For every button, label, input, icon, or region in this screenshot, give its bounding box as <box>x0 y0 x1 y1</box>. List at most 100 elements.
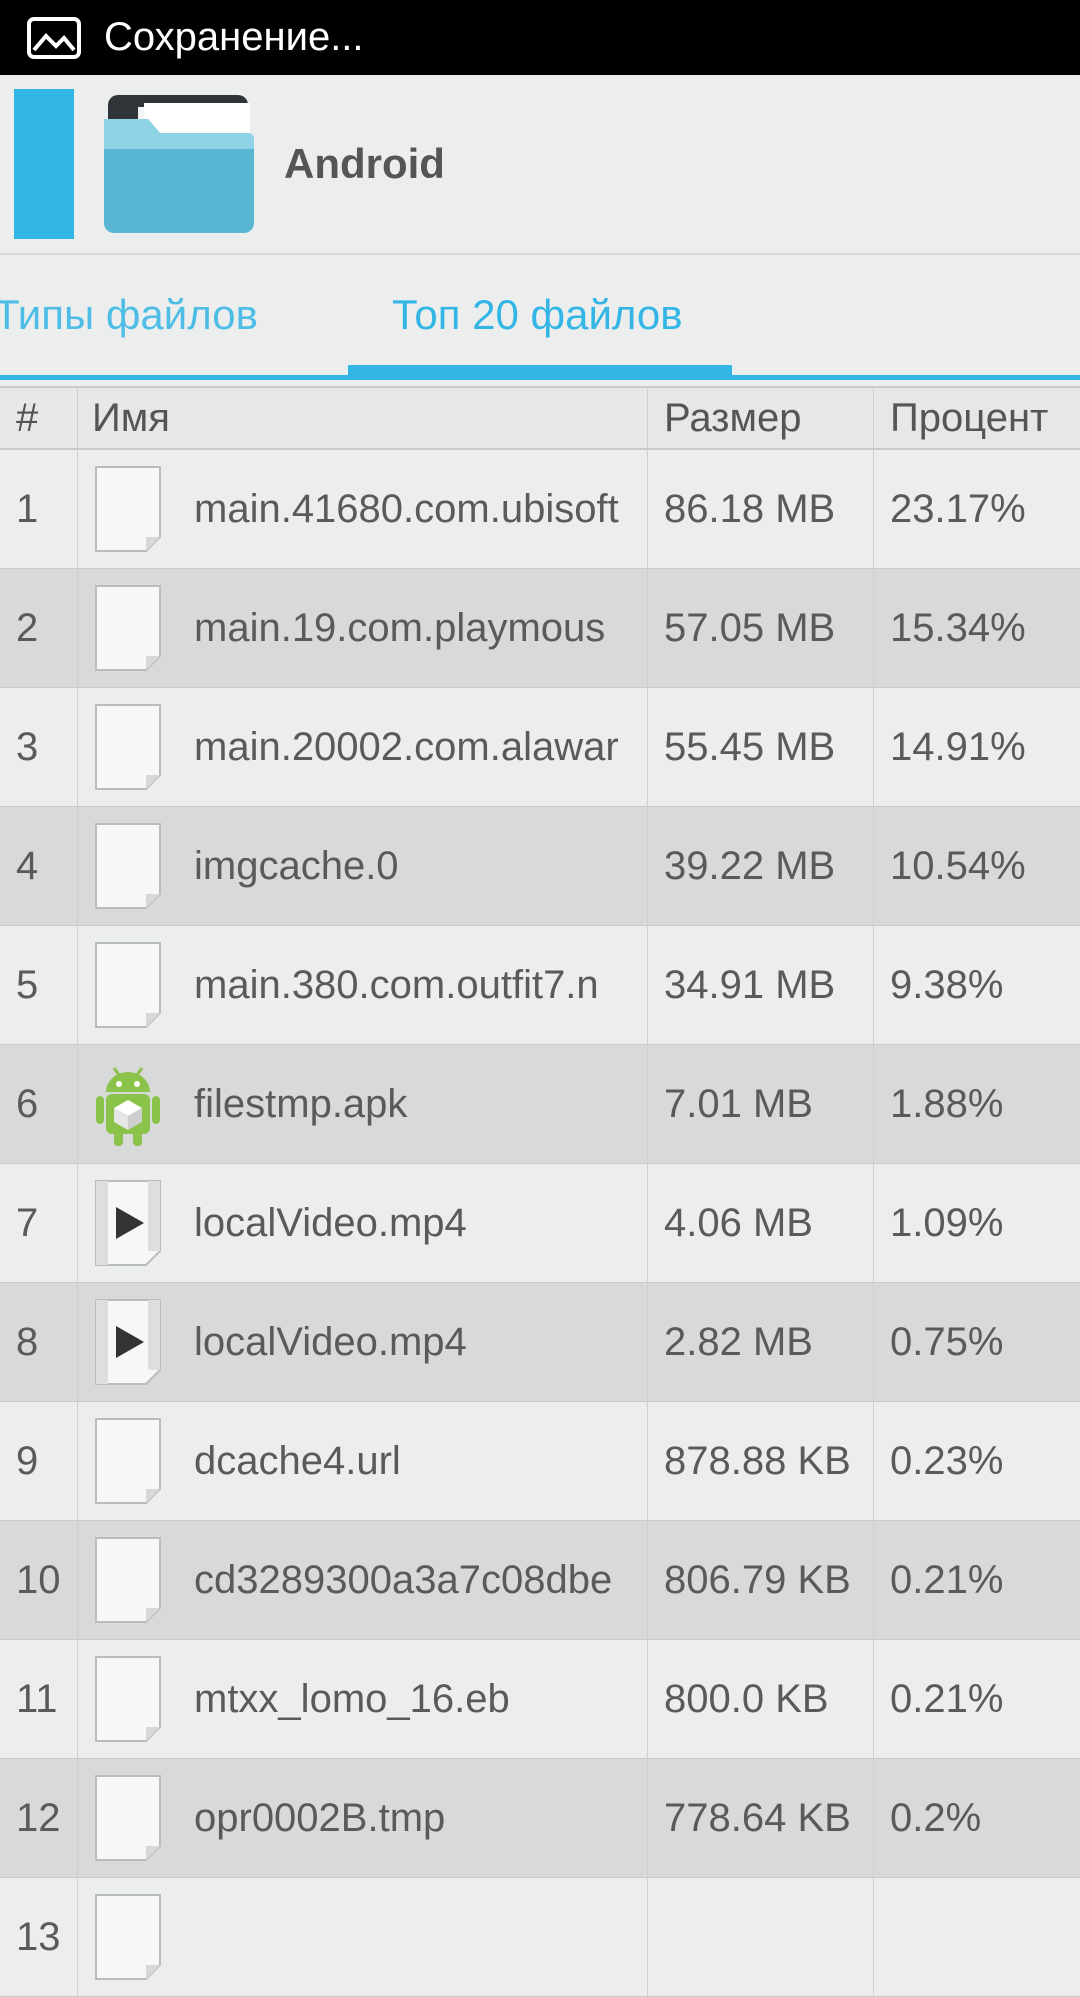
row-name-cell: opr0002B.tmp <box>78 1759 648 1877</box>
table-row[interactable]: 4 imgcache.0 39.22 MB 10.54% <box>0 807 1080 926</box>
column-header-name[interactable]: Имя <box>78 388 648 448</box>
file-size: 4.06 MB <box>648 1164 874 1282</box>
file-percent: 10.54% <box>890 843 1026 888</box>
row-name-cell: main.20002.com.alawar <box>78 688 648 806</box>
tab-top-20-files[interactable]: Топ 20 файлов <box>392 255 683 375</box>
file-name: localVideo.mp4 <box>194 1319 467 1364</box>
table-row[interactable]: 13 <box>0 1878 1080 1997</box>
row-number: 1 <box>0 450 78 568</box>
row-name-cell: cd3289300a3a7c08dbe <box>78 1521 648 1639</box>
tab-indicator <box>348 365 732 375</box>
file-size <box>648 1878 874 1996</box>
blank-file-icon <box>92 820 164 912</box>
blank-file-icon <box>92 939 164 1031</box>
video-file-icon <box>92 1177 164 1269</box>
file-percent: 0.21% <box>890 1676 1004 1721</box>
status-bar: Сохранение... <box>0 0 1080 75</box>
row-name-cell <box>78 1878 648 1996</box>
row-name-cell: imgcache.0 <box>78 807 648 925</box>
row-number: 3 <box>0 688 78 806</box>
file-percent: 0.21% <box>890 1557 1004 1602</box>
image-icon <box>27 16 81 59</box>
file-size: 39.22 MB <box>648 807 874 925</box>
row-number: 13 <box>0 1878 78 1996</box>
row-name-cell: dcache4.url <box>78 1402 648 1520</box>
file-name: main.380.com.outfit7.n <box>194 962 599 1007</box>
row-number: 2 <box>0 569 78 687</box>
header-title: Android <box>284 140 445 187</box>
row-number: 5 <box>0 926 78 1044</box>
file-percent: 1.09% <box>890 1200 1004 1245</box>
table-row[interactable]: 2 main.19.com.playmous 57.05 MB 15.34% <box>0 569 1080 688</box>
android-apk-icon <box>92 1058 164 1150</box>
file-percent: 9.38% <box>890 962 1004 1007</box>
accent-bar <box>14 89 74 239</box>
file-percent: 0.23% <box>890 1438 1004 1483</box>
file-name: main.19.com.playmous <box>194 605 606 650</box>
column-header-num[interactable]: # <box>0 388 78 448</box>
file-name: filestmp.apk <box>194 1081 408 1126</box>
row-number: 4 <box>0 807 78 925</box>
file-percent: 15.34% <box>890 605 1026 650</box>
tab-file-types[interactable]: Типы файлов <box>0 255 258 375</box>
table-row[interactable]: 1 main.41680.com.ubisoft 86.18 MB 23.17% <box>0 450 1080 569</box>
column-header-percent[interactable]: Процент <box>874 388 1080 448</box>
row-number: 10 <box>0 1521 78 1639</box>
row-name-cell: filestmp.apk <box>78 1045 648 1163</box>
files-table: # Имя Размер Процент 1 main.41680.com.ubi… <box>0 386 1080 1997</box>
row-name-cell: main.380.com.outfit7.n <box>78 926 648 1044</box>
file-name: mtxx_lomo_16.eb <box>194 1676 510 1721</box>
blank-file-icon <box>92 1772 164 1864</box>
file-size: 778.64 KB <box>648 1759 874 1877</box>
table-header: # Имя Размер Процент <box>0 386 1080 450</box>
file-size: 806.79 KB <box>648 1521 874 1639</box>
row-name-cell: main.19.com.playmous <box>78 569 648 687</box>
table-row[interactable]: 5 main.380.com.outfit7.n 34.91 MB 9.38% <box>0 926 1080 1045</box>
row-name-cell: main.41680.com.ubisoft <box>78 450 648 568</box>
row-number: 6 <box>0 1045 78 1163</box>
file-percent: 14.91% <box>890 724 1026 769</box>
video-file-icon <box>92 1296 164 1388</box>
file-name: main.41680.com.ubisoft <box>194 486 619 531</box>
row-number: 12 <box>0 1759 78 1877</box>
file-size: 55.45 MB <box>648 688 874 806</box>
blank-file-icon <box>92 463 164 555</box>
file-name: localVideo.mp4 <box>194 1200 467 1245</box>
blank-file-icon <box>92 1534 164 1626</box>
file-percent <box>874 1878 1080 1996</box>
row-number: 11 <box>0 1640 78 1758</box>
row-name-cell: mtxx_lomo_16.eb <box>78 1640 648 1758</box>
row-number: 9 <box>0 1402 78 1520</box>
file-size: 34.91 MB <box>648 926 874 1044</box>
folder-icon <box>104 95 254 233</box>
table-row[interactable]: 10 cd3289300a3a7c08dbe 806.79 KB 0.21% <box>0 1521 1080 1640</box>
tab-bar: Типы файлов Топ 20 файлов <box>0 255 1080 380</box>
table-row[interactable]: 8 localVideo.mp4 2.82 MB 0.75% <box>0 1283 1080 1402</box>
table-row[interactable]: 6 filestmp.apk 7.01 MB 1.88% <box>0 1045 1080 1164</box>
file-size: 86.18 MB <box>648 450 874 568</box>
file-name: opr0002B.tmp <box>194 1795 446 1840</box>
column-header-size[interactable]: Размер <box>648 388 874 448</box>
table-row[interactable]: 11 mtxx_lomo_16.eb 800.0 KB 0.21% <box>0 1640 1080 1759</box>
blank-file-icon <box>92 1653 164 1745</box>
blank-file-icon <box>92 582 164 674</box>
blank-file-icon <box>92 1891 164 1983</box>
file-percent: 1.88% <box>890 1081 1004 1126</box>
file-percent: 0.2% <box>890 1795 982 1840</box>
file-size: 7.01 MB <box>648 1045 874 1163</box>
row-name-cell: localVideo.mp4 <box>78 1164 648 1282</box>
blank-file-icon <box>92 701 164 793</box>
file-size: 2.82 MB <box>648 1283 874 1401</box>
file-size: 878.88 KB <box>648 1402 874 1520</box>
table-row[interactable]: 7 localVideo.mp4 4.06 MB 1.09% <box>0 1164 1080 1283</box>
row-number: 8 <box>0 1283 78 1401</box>
status-text: Сохранение... <box>104 15 364 59</box>
blank-file-icon <box>92 1415 164 1507</box>
table-row[interactable]: 9 dcache4.url 878.88 KB 0.23% <box>0 1402 1080 1521</box>
header: Android <box>0 75 1080 255</box>
file-name: dcache4.url <box>194 1438 401 1483</box>
file-name: main.20002.com.alawar <box>194 724 619 769</box>
file-size: 800.0 KB <box>648 1640 874 1758</box>
table-row[interactable]: 12 opr0002B.tmp 778.64 KB 0.2% <box>0 1759 1080 1878</box>
table-row[interactable]: 3 main.20002.com.alawar 55.45 MB 14.91% <box>0 688 1080 807</box>
